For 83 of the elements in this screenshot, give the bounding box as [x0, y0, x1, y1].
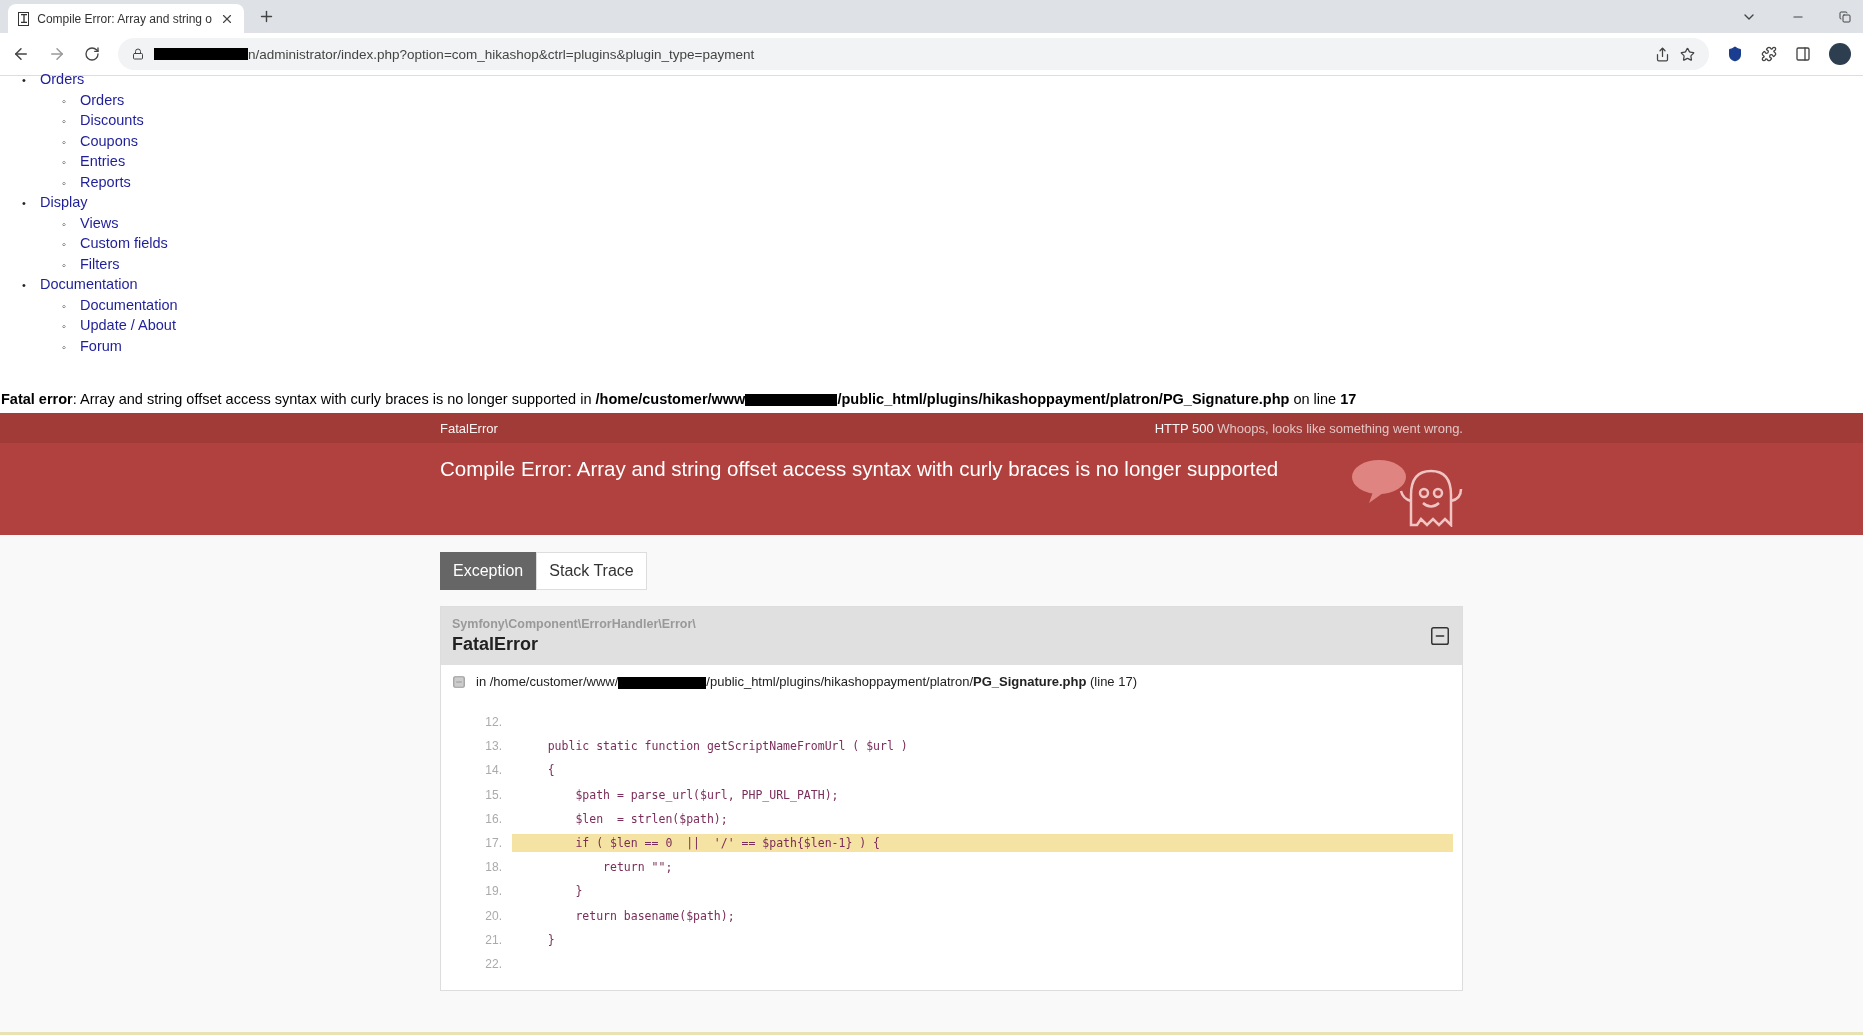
code-line: $len = strlen($path); [574, 810, 729, 828]
submenu-link[interactable]: Views [80, 214, 119, 231]
star-icon[interactable] [1680, 46, 1695, 62]
submenu-link[interactable]: Discounts [80, 112, 144, 128]
bullet: ◦ [62, 175, 67, 191]
submenu-link[interactable]: Filters [80, 255, 120, 272]
bullet: ◦ [62, 298, 67, 314]
profile-avatar[interactable] [1829, 43, 1851, 65]
url-text: n/administrator/index.php?option=com_hikashop&ctrl=plugins&plugin_type=payment [248, 46, 755, 62]
line-number: 17 [1340, 391, 1357, 407]
line-number: 20. [484, 908, 503, 923]
status-text: Whoops, looks like something went wrong. [1217, 421, 1463, 436]
code-line: return basename($path); [574, 907, 736, 925]
reload-icon[interactable] [84, 46, 100, 62]
browser-tab[interactable]: Compile Error: Array and string o [8, 4, 244, 33]
line-number: 21. [484, 932, 503, 947]
line-label: on line [1292, 391, 1338, 407]
error-path: /public_html/plugins/hikashoppayment/platron/PG_Signature.php [837, 391, 1290, 407]
exception-namespace: Symfony\Component\ErrorHandler\Error\ [452, 617, 696, 631]
line-number: 17. [484, 836, 503, 851]
line-number: 19. [484, 884, 503, 899]
menu-link[interactable]: Display [40, 194, 88, 210]
line-number: 22. [484, 956, 503, 971]
bullet: • [22, 73, 27, 88]
forward-icon[interactable] [48, 45, 66, 63]
bullet: • [22, 196, 27, 211]
submenu-link[interactable]: Orders [80, 91, 125, 108]
line-number: 15. [484, 787, 503, 802]
submenu-link[interactable]: Reports [80, 173, 131, 190]
file-path: /public_html/plugins/hikashoppayment/platron/ [706, 674, 973, 689]
line-number: 16. [484, 811, 503, 826]
file-path: in /home/customer/www/ [476, 674, 619, 689]
bullet: ◦ [62, 216, 67, 232]
tab[interactable]: Exception [440, 552, 537, 590]
line-number: 18. [484, 860, 503, 875]
puzzle-icon[interactable] [1761, 46, 1777, 62]
submenu-link[interactable]: Forum [80, 337, 122, 354]
restore-icon[interactable] [1839, 10, 1851, 23]
bullet: ◦ [62, 319, 67, 334]
http-status: HTTP 500 [1154, 421, 1215, 436]
ghost-icon [1351, 457, 1463, 527]
bullet: ◦ [62, 93, 67, 109]
code-line: $path = parse_url($url, PHP_URL_PATH); [574, 786, 840, 804]
address-bar[interactable]: n/administrator/index.php?option=com_hikashop&ctrl=plugins&plugin_type=payment [118, 38, 1709, 70]
shield-icon[interactable] [1727, 46, 1743, 62]
exception-class: FatalError [440, 420, 498, 436]
menu-link[interactable]: Documentation [40, 276, 138, 292]
submenu-link[interactable]: Update / About [80, 317, 176, 333]
code-line: public static function getScriptNameFromUrl ( $url ) [546, 738, 909, 756]
page-icon [18, 11, 30, 26]
code-line: } [546, 931, 556, 949]
line-number: 13. [484, 739, 503, 754]
share-icon[interactable] [1655, 46, 1670, 62]
side-panel-icon[interactable] [1795, 46, 1811, 62]
submenu-link[interactable]: Custom fields [80, 235, 168, 251]
new-tab-icon[interactable] [258, 8, 275, 25]
tab-title: Compile Error: Array and string o [37, 11, 212, 26]
menu-link[interactable]: Orders [40, 71, 85, 87]
error-message: : Array and string offset access syntax with curly braces is no longer supported in [72, 391, 593, 407]
file-line: (line 17) [1090, 674, 1137, 689]
code-line: return ""; [602, 859, 674, 877]
error-path: /home/customer/www [595, 391, 746, 407]
exception-class-name: FatalError [452, 634, 540, 655]
tab[interactable]: Stack Trace [536, 552, 647, 590]
back-icon[interactable] [12, 45, 30, 63]
submenu-link[interactable]: Entries [80, 153, 126, 169]
bullet: ◦ [62, 134, 67, 150]
line-number: 12. [484, 715, 503, 730]
code-line: } [574, 883, 584, 901]
bullet: ◦ [62, 257, 67, 273]
line-number: 14. [484, 763, 503, 778]
bullet: ◦ [62, 114, 67, 129]
submenu-link[interactable]: Coupons [80, 132, 139, 149]
bullet: ◦ [62, 339, 67, 355]
code-line: { [546, 762, 556, 780]
bullet: ◦ [62, 237, 67, 252]
bullet: ◦ [62, 155, 67, 170]
lock-icon [132, 48, 144, 60]
error-label: Fatal error [1, 391, 73, 407]
submenu-link[interactable]: Documentation [80, 296, 178, 313]
error-title: Compile Error: Array and string offset access syntax with curly braces is no longer supported [440, 457, 1279, 482]
file-name: PG_Signature.php [973, 674, 1087, 689]
bullet: • [22, 278, 27, 293]
